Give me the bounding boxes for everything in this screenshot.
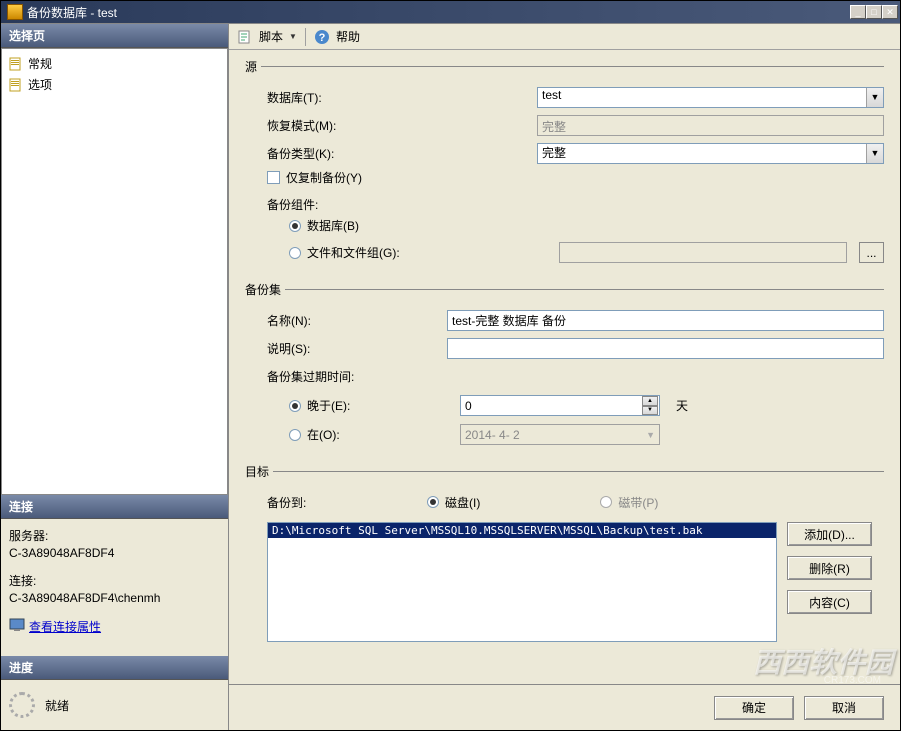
tree-item-label: 常规 — [28, 55, 52, 72]
expire-label: 备份集过期时间: — [267, 362, 884, 391]
chevron-down-icon: ▼ — [646, 430, 655, 440]
connection-value: C-3A89048AF8DF4\chenmh — [9, 591, 160, 605]
desc-label: 说明(S): — [267, 340, 447, 357]
destination-path-item[interactable]: D:\Microsoft SQL Server\MSSQL10.MSSQLSER… — [268, 523, 776, 538]
server-value: C-3A89048AF8DF4 — [9, 546, 114, 560]
toolbar: 脚本 ▼ ? 帮助 — [229, 24, 900, 50]
connection-label: 连接: — [9, 572, 220, 589]
script-button[interactable]: 脚本 — [259, 28, 283, 45]
backup-desc-input[interactable] — [447, 338, 884, 359]
backup-to-label: 备份到: — [267, 494, 347, 511]
component-database-label: 数据库(B) — [307, 217, 359, 234]
component-database-radio[interactable] — [289, 220, 301, 232]
date-value: 2014- 4- 2 — [465, 428, 646, 442]
backup-type-label: 备份类型(K): — [267, 145, 537, 162]
monitor-icon — [9, 617, 25, 636]
tree-item-general[interactable]: 常规 — [4, 53, 225, 74]
titlebar[interactable]: 备份数据库 - test _ □ ✕ — [1, 1, 900, 23]
page-tree: 常规 选项 — [1, 48, 228, 495]
expire-after-label: 晚于(E): — [307, 397, 454, 414]
destination-listbox[interactable]: D:\Microsoft SQL Server\MSSQL10.MSSQLSER… — [267, 522, 777, 642]
days-unit: 天 — [676, 397, 688, 414]
component-filegroup-radio[interactable] — [289, 247, 301, 259]
destination-legend: 目标 — [245, 463, 273, 480]
backup-component-label: 备份组件: — [267, 188, 884, 213]
filegroup-input — [559, 242, 847, 263]
page-icon — [8, 56, 24, 72]
server-label: 服务器: — [9, 527, 220, 544]
spinner-up-button[interactable]: ▲ — [642, 396, 658, 406]
progress-header: 进度 — [1, 656, 228, 680]
progress-spinner-icon — [9, 692, 35, 718]
tree-item-options[interactable]: 选项 — [4, 74, 225, 95]
copy-only-label: 仅复制备份(Y) — [286, 169, 362, 186]
minimize-button[interactable]: _ — [850, 5, 866, 19]
connection-section: 服务器: C-3A89048AF8DF4 连接: C-3A89048AF8DF4… — [1, 519, 228, 656]
left-panel: 选择页 常规 选项 连接 服务器: — [1, 24, 229, 730]
copy-only-checkbox[interactable] — [267, 171, 280, 184]
cancel-button[interactable]: 取消 — [804, 696, 884, 720]
expire-date-picker: 2014- 4- 2 ▼ — [460, 424, 660, 445]
toolbar-separator — [305, 28, 306, 46]
recovery-mode-field: 完整 — [537, 115, 884, 136]
help-icon: ? — [314, 29, 330, 45]
svg-text:?: ? — [319, 32, 326, 44]
tree-item-label: 选项 — [28, 76, 52, 93]
right-panel: 脚本 ▼ ? 帮助 源 数据库(T): — [229, 24, 900, 730]
backup-type-select[interactable]: 完整 — [537, 143, 884, 164]
expire-after-radio[interactable] — [289, 400, 301, 412]
filegroup-browse-button[interactable]: ... — [859, 242, 884, 263]
content-area: 源 数据库(T): test ▼ 恢复模式( — [229, 50, 900, 684]
disk-label: 磁盘(I) — [445, 494, 480, 511]
spinner-value: 0 — [465, 399, 642, 413]
tape-label: 磁带(P) — [618, 494, 658, 511]
contents-button[interactable]: 内容(C) — [787, 590, 872, 614]
connection-header: 连接 — [1, 495, 228, 519]
source-fieldset: 源 数据库(T): test ▼ 恢复模式( — [245, 58, 884, 271]
backup-database-dialog: 备份数据库 - test _ □ ✕ 选择页 常规 — [0, 0, 901, 731]
help-button[interactable]: 帮助 — [336, 28, 360, 45]
backup-set-legend: 备份集 — [245, 281, 285, 298]
recovery-mode-label: 恢复模式(M): — [267, 117, 537, 134]
chevron-down-icon[interactable]: ▼ — [289, 32, 297, 41]
script-icon — [237, 29, 253, 45]
spinner-down-button[interactable]: ▼ — [642, 406, 658, 416]
window-title: 备份数据库 - test — [27, 4, 850, 21]
source-legend: 源 — [245, 58, 261, 75]
page-icon — [8, 77, 24, 93]
maximize-button[interactable]: □ — [866, 5, 882, 19]
view-connection-props-link[interactable]: 查看连接属性 — [9, 617, 101, 636]
select-page-header: 选择页 — [1, 24, 228, 48]
expire-on-radio[interactable] — [289, 429, 301, 441]
name-label: 名称(N): — [267, 312, 447, 329]
add-destination-button[interactable]: 添加(D)... — [787, 522, 872, 546]
database-select[interactable]: test — [537, 87, 884, 108]
destination-fieldset: 目标 备份到: 磁盘(I) 磁带(P) — [245, 463, 884, 646]
expire-days-spinner[interactable]: 0 ▲ ▼ — [460, 395, 660, 416]
close-button[interactable]: ✕ — [882, 5, 898, 19]
expire-on-label: 在(O): — [307, 426, 454, 443]
ok-button[interactable]: 确定 — [714, 696, 794, 720]
tape-radio — [600, 496, 612, 508]
backup-name-input[interactable] — [447, 310, 884, 331]
dialog-footer: 确定 取消 — [229, 684, 900, 730]
app-icon — [7, 4, 23, 20]
database-label: 数据库(T): — [267, 89, 537, 106]
backup-set-fieldset: 备份集 名称(N): 说明(S): — [245, 281, 884, 453]
component-filegroup-label: 文件和文件组(G): — [307, 244, 553, 261]
disk-radio[interactable] — [427, 496, 439, 508]
view-props-label: 查看连接属性 — [29, 618, 101, 635]
progress-section: 就绪 — [1, 680, 228, 730]
remove-destination-button[interactable]: 删除(R) — [787, 556, 872, 580]
progress-status: 就绪 — [45, 697, 69, 714]
